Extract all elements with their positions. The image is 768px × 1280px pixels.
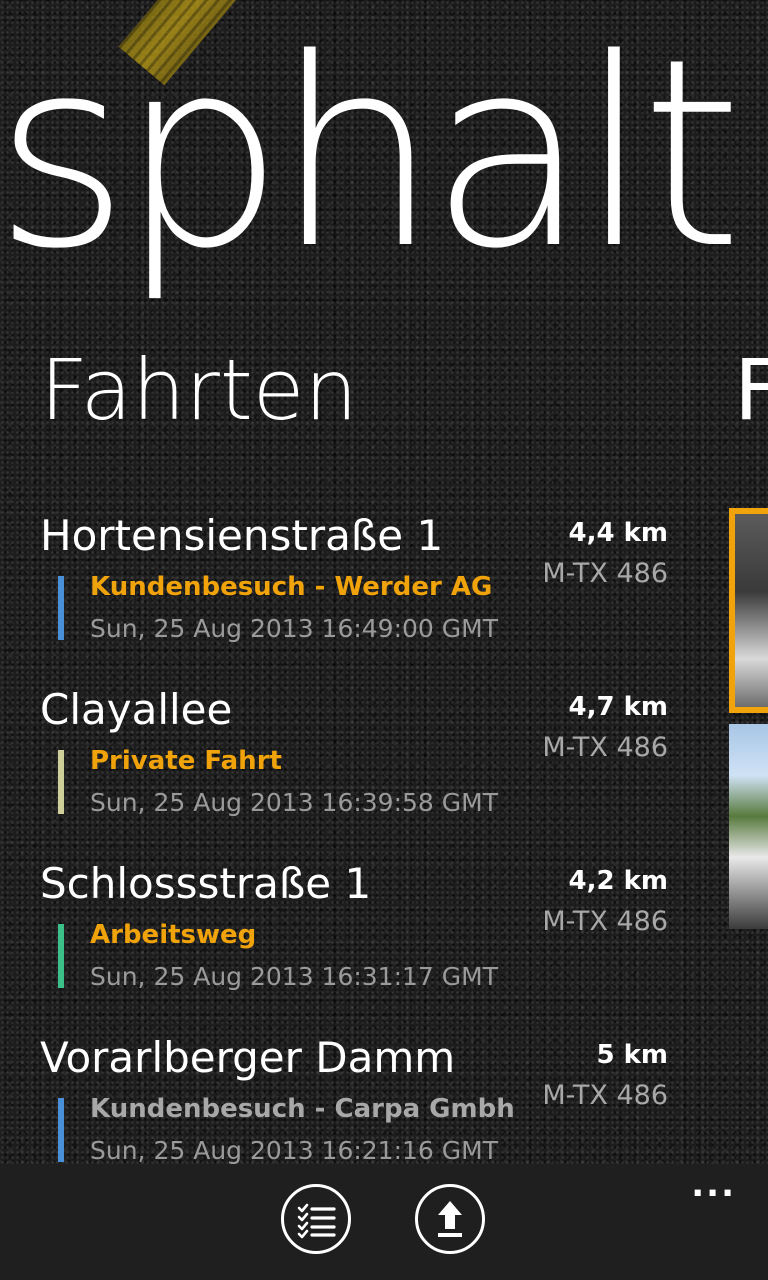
trip-plate: M-TX 486 <box>542 558 668 589</box>
section-title-fahrten: Fahrten <box>40 341 358 439</box>
vehicle-photo-thumbnail[interactable] <box>729 724 768 929</box>
trip-distance: 4,4 km <box>568 518 669 548</box>
next-section-title-peek[interactable]: F <box>734 335 768 445</box>
category-color-bar <box>58 924 64 988</box>
upload-button[interactable] <box>415 1184 485 1254</box>
trip-item[interactable]: Schlossstraße 1 4,2 km M-TX 486 Arbeitsw… <box>40 856 680 1030</box>
trip-street: Schlossstraße 1 <box>40 859 372 908</box>
trip-purpose: Private Fahrt <box>90 746 282 776</box>
trip-distance: 5 km <box>596 1040 668 1070</box>
more-options-button[interactable]: ... <box>691 1168 736 1202</box>
trip-purpose: Kundenbesuch - Carpa Gmbh <box>90 1094 515 1124</box>
category-color-bar <box>58 576 64 640</box>
trip-date: Sun, 25 Aug 2013 16:39:58 GMT <box>90 788 498 817</box>
trip-list: Hortensienstraße 1 4,4 km M-TX 486 Kunde… <box>40 508 680 1204</box>
trip-date: Sun, 25 Aug 2013 16:31:17 GMT <box>90 962 498 991</box>
app-title: sphalt <box>0 4 743 306</box>
trip-item[interactable]: Clayallee 4,7 km M-TX 486 Private Fahrt … <box>40 682 680 856</box>
trip-plate: M-TX 486 <box>542 1080 668 1111</box>
category-color-bar <box>58 1098 64 1162</box>
trip-distance: 4,2 km <box>568 866 669 896</box>
checklist-icon <box>297 1203 336 1239</box>
trip-street: Vorarlberger Damm <box>40 1033 456 1082</box>
trip-distance: 4,7 km <box>568 692 669 722</box>
trip-date: Sun, 25 Aug 2013 16:21:16 GMT <box>90 1136 498 1165</box>
upload-icon <box>438 1201 462 1237</box>
trip-purpose: Kundenbesuch - Werder AG <box>90 572 493 602</box>
trip-date: Sun, 25 Aug 2013 16:49:00 GMT <box>90 614 498 643</box>
trip-street: Clayallee <box>40 685 233 734</box>
vehicle-photo-thumbnail-selected[interactable] <box>729 508 768 713</box>
category-color-bar <box>58 750 64 814</box>
app-bar: ... <box>0 1164 768 1280</box>
trip-plate: M-TX 486 <box>542 906 668 937</box>
trip-list-button[interactable] <box>281 1184 351 1254</box>
trip-purpose: Arbeitsweg <box>90 920 257 950</box>
trip-item[interactable]: Hortensienstraße 1 4,4 km M-TX 486 Kunde… <box>40 508 680 682</box>
trip-plate: M-TX 486 <box>542 732 668 763</box>
trip-street: Hortensienstraße 1 <box>40 511 444 560</box>
